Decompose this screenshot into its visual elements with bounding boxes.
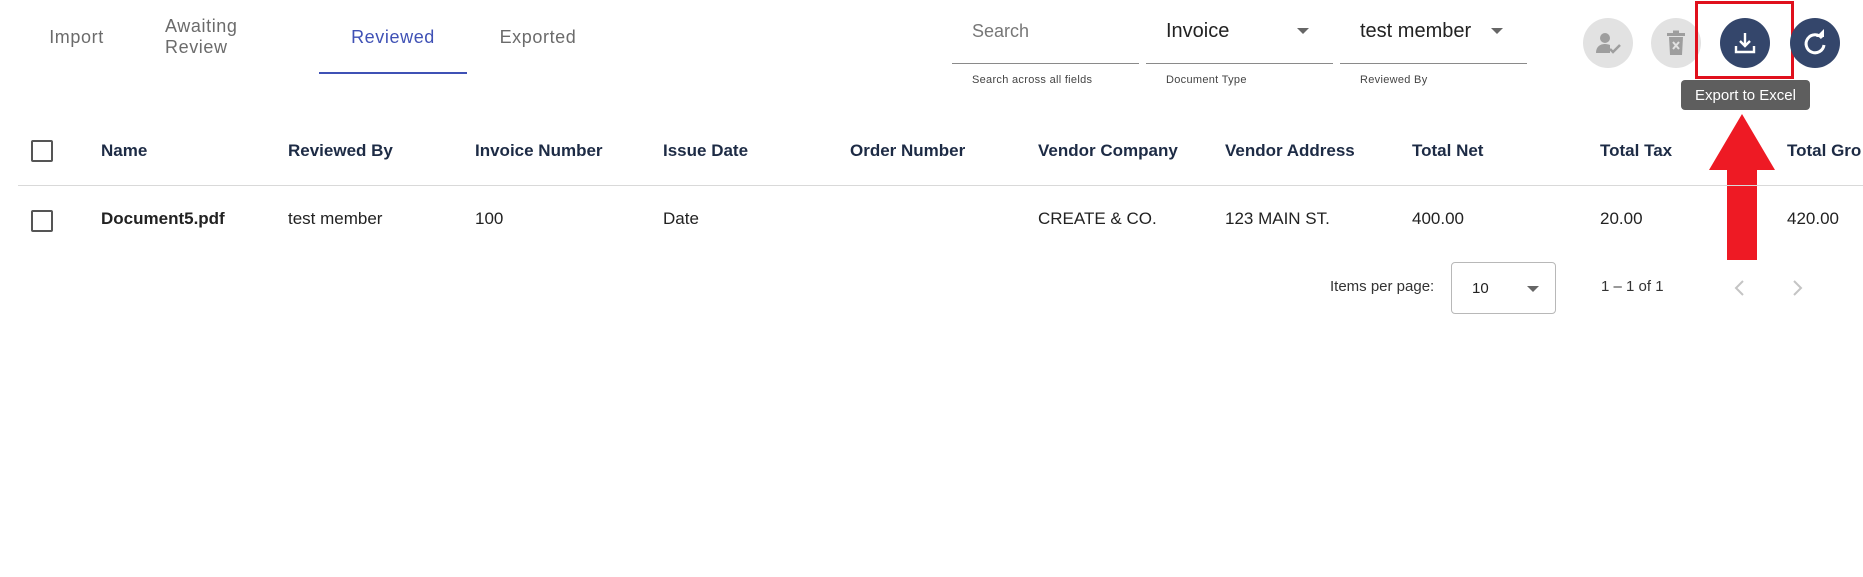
column-header-vendor-company[interactable]: Vendor Company	[1038, 116, 1178, 185]
document-type-field: Invoice Document Type	[1146, 0, 1333, 86]
reviewed-by-field: test member Reviewed By	[1340, 0, 1527, 86]
tab-exported[interactable]: Exported	[467, 0, 609, 74]
cell-vendor-company: CREATE & CO.	[1038, 209, 1157, 228]
column-header-issue-date[interactable]: Issue Date	[663, 116, 748, 185]
delete-icon	[1667, 30, 1685, 55]
tab-import[interactable]: Import	[18, 0, 135, 74]
chevron-left-icon	[1734, 280, 1744, 296]
reviewed-by-value: test member	[1360, 20, 1472, 42]
refresh-icon	[1804, 29, 1826, 55]
items-per-page-label: Items per page:	[1330, 278, 1435, 295]
chevron-down-icon	[1491, 28, 1503, 34]
cell-invoice-number: 100	[475, 209, 504, 228]
previous-page-button[interactable]	[1723, 272, 1755, 304]
select-all-checkbox[interactable]	[31, 140, 53, 162]
tab-bar: Import Awaiting Review Reviewed Exported	[18, 0, 609, 74]
export-tooltip: Export to Excel	[1681, 80, 1810, 110]
document-type-hint: Document Type	[1166, 74, 1247, 86]
page-size-value: 10	[1472, 279, 1489, 297]
column-header-invoice-number[interactable]: Invoice Number	[475, 116, 603, 185]
column-header-order-number[interactable]: Order Number	[850, 116, 965, 185]
documents-page: Import Awaiting Review Reviewed Exported…	[0, 0, 1863, 577]
search-hint: Search across all fields	[972, 74, 1093, 86]
refresh-button[interactable]	[1790, 18, 1840, 68]
page-size-select[interactable]: 10	[1451, 262, 1556, 314]
chevron-down-icon	[1297, 28, 1309, 34]
column-header-reviewed-by[interactable]: Reviewed By	[288, 116, 393, 185]
column-header-total-gross[interactable]: Total Gro	[1787, 116, 1861, 185]
search-box	[952, 0, 1139, 64]
cell-name: Document5.pdf	[101, 209, 225, 228]
document-type-select[interactable]: Invoice	[1146, 0, 1333, 64]
table-row[interactable]: Document5.pdf test member 100 Date CREAT…	[18, 186, 1863, 252]
reviewed-by-select[interactable]: test member	[1340, 0, 1527, 64]
cell-reviewed-by: test member	[288, 209, 383, 228]
tab-awaiting-review[interactable]: Awaiting Review	[135, 0, 319, 74]
chevron-down-icon	[1527, 286, 1539, 292]
cell-total-gross: 420.00	[1787, 209, 1839, 228]
column-header-name[interactable]: Name	[101, 116, 147, 185]
cell-total-tax: 20.00	[1600, 209, 1643, 228]
assign-reviewer-button[interactable]	[1583, 18, 1633, 68]
next-page-button[interactable]	[1782, 272, 1814, 304]
cell-total-net: 400.00	[1412, 209, 1464, 228]
column-header-total-tax[interactable]: Total Tax	[1600, 116, 1672, 185]
tab-reviewed[interactable]: Reviewed	[319, 0, 467, 74]
document-type-value: Invoice	[1166, 20, 1230, 42]
row-checkbox[interactable]	[31, 210, 53, 232]
download-icon	[1734, 33, 1756, 54]
search-field: Search across all fields	[952, 0, 1139, 86]
column-header-total-net[interactable]: Total Net	[1412, 116, 1483, 185]
column-header-vendor-address[interactable]: Vendor Address	[1225, 116, 1355, 185]
export-to-excel-button[interactable]	[1720, 18, 1770, 68]
person-check-icon	[1596, 33, 1621, 54]
delete-button[interactable]	[1651, 18, 1701, 68]
cell-vendor-address: 123 MAIN ST.	[1225, 209, 1330, 228]
table-header: Name Reviewed By Invoice Number Issue Da…	[18, 116, 1863, 186]
reviewed-by-hint: Reviewed By	[1360, 74, 1428, 86]
page-range-label: 1 – 1 of 1	[1601, 278, 1664, 295]
chevron-right-icon	[1793, 280, 1803, 296]
search-input[interactable]	[972, 21, 1122, 42]
cell-issue-date: Date	[663, 209, 699, 228]
